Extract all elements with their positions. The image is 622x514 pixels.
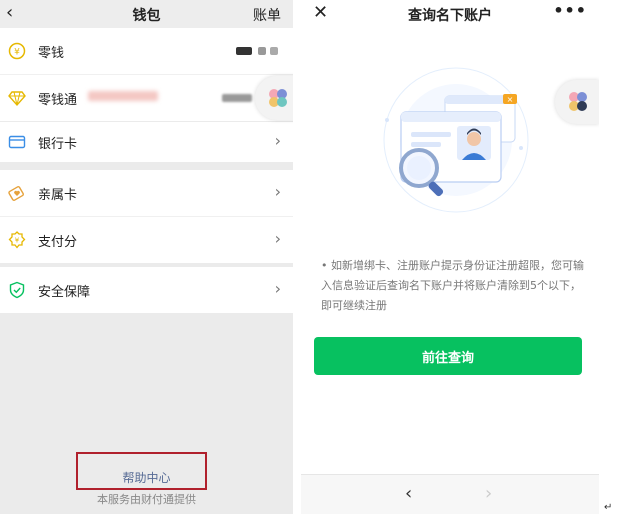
svg-text:¥: ¥ xyxy=(15,237,20,245)
list-item-label: 支付分 xyxy=(38,235,78,250)
wallet-header: ‹ 钱包 账单 xyxy=(0,0,293,28)
chevron-right-icon: › xyxy=(274,229,281,248)
return-mark-icon: ↵ xyxy=(604,502,613,513)
list-item-label: 银行卡 xyxy=(38,137,78,152)
list-item-family-card[interactable]: 亲属卡 › xyxy=(0,170,293,217)
bill-link[interactable]: 账单 xyxy=(253,5,281,25)
chevron-right-icon: › xyxy=(274,279,281,298)
floating-window-icon[interactable] xyxy=(555,80,599,124)
list-item-change[interactable]: ¥ 零钱 xyxy=(0,28,293,75)
chevron-right-icon: › xyxy=(274,182,281,201)
shield-icon xyxy=(9,281,25,299)
svg-text:¥: ¥ xyxy=(14,48,20,58)
card-icon xyxy=(8,135,26,149)
chevron-left-icon[interactable]: ‹ xyxy=(405,483,412,504)
notice-text: • 如新增绑卡、注册账户提示身份证注册超限，您可输入信息验证后查询名下账户并将账… xyxy=(321,259,584,312)
masked-value xyxy=(222,94,252,102)
wallet-group-security: 安全保障 › xyxy=(0,267,293,313)
page-title: 钱包 xyxy=(132,8,161,24)
heart-card-icon xyxy=(8,186,24,201)
list-item-security[interactable]: 安全保障 › xyxy=(0,267,293,313)
list-item-lingqiantong[interactable]: 零钱通 xyxy=(0,75,293,121)
list-item-label: 零钱 xyxy=(38,46,65,61)
chevron-right-icon[interactable]: › xyxy=(485,483,492,504)
list-item-label: 零钱通 xyxy=(38,93,78,108)
query-header: ✕ 查询名下账户 ••• xyxy=(301,0,599,28)
list-item-bank-card[interactable]: 银行卡 › xyxy=(0,122,293,162)
masked-value xyxy=(236,47,252,55)
diamond-icon xyxy=(8,91,26,107)
wallet-group-cards: 银行卡 › xyxy=(0,122,293,162)
browser-nav-bar: ‹ › xyxy=(301,474,599,514)
list-item-label: 亲属卡 xyxy=(38,188,78,203)
masked-value xyxy=(88,91,158,101)
chevron-right-icon: › xyxy=(274,131,281,150)
list-item-pay-score[interactable]: ¥ 支付分 › xyxy=(0,217,293,263)
wallet-panel: ‹ 钱包 账单 ¥ 零钱 零钱通 银行卡 › 亲属卡 › ¥ 支付分 › 安全保… xyxy=(0,0,293,514)
go-query-button[interactable]: 前往查询 xyxy=(314,337,582,375)
masked-value xyxy=(258,47,266,55)
badge-icon: ¥ xyxy=(8,231,26,249)
list-item-label: 安全保障 xyxy=(38,285,91,300)
highlight-box xyxy=(76,452,207,490)
coin-icon: ¥ xyxy=(8,42,26,60)
masked-value xyxy=(270,47,278,55)
svg-text:×: × xyxy=(507,95,514,104)
wallet-group-services: 亲属卡 › ¥ 支付分 › xyxy=(0,170,293,263)
floating-window-icon[interactable] xyxy=(255,76,293,120)
query-panel: ✕ 查询名下账户 ••• × • 如新增绑卡、注册账户提示身份证注册超限，您可输 xyxy=(301,0,599,514)
more-icon[interactable]: ••• xyxy=(553,1,587,20)
wallet-group-balance: ¥ 零钱 零钱通 xyxy=(0,28,293,121)
id-card-search-illustration: × xyxy=(383,67,529,213)
service-note: 本服务由财付通提供 xyxy=(97,493,196,506)
